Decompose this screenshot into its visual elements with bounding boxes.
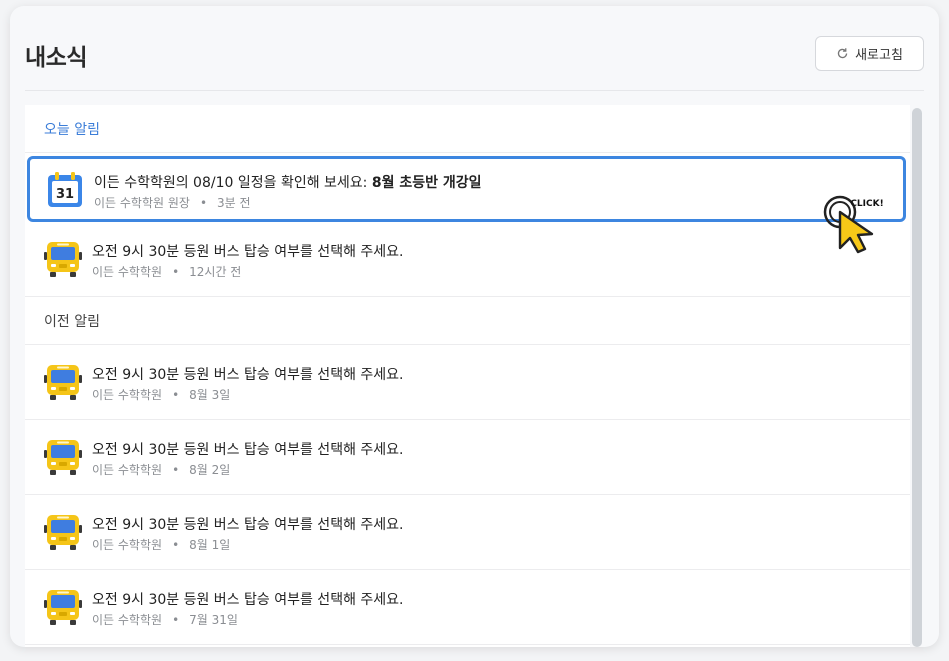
page-title: 내소식 — [25, 45, 87, 71]
list-item[interactable]: 오전 9시 30분 등원 버스 탑승 여부를 선택해 주세요. 이든 수학학원 •… — [25, 495, 910, 570]
calendar-icon: 31 — [46, 171, 84, 209]
refresh-label: 새로고침 — [855, 48, 903, 63]
bus-icon — [44, 240, 82, 278]
bus-icon — [44, 363, 82, 401]
section-header-today: 오늘 알림 — [25, 105, 910, 153]
calendar-day: 31 — [56, 187, 74, 202]
list-item[interactable]: 오전 9시 30분 등원 버스 탑승 여부를 선택해 주세요. 이든 수학학원 •… — [25, 222, 910, 297]
notification-list[interactable]: 오늘 알림 31 이든 수학학원의 08/10 일정을 확인해 보세요: 8월 … — [25, 105, 910, 647]
svg-text:CLICK!: CLICK! — [850, 199, 883, 209]
list-item[interactable]: 오전 9시 30분 등원 버스 탑승 여부를 선택해 주세요. 이든 수학학원 •… — [25, 420, 910, 495]
notification-text: 오전 9시 30분 등원 버스 탑승 여부를 선택해 주세요. — [92, 442, 404, 458]
refresh-icon — [836, 47, 849, 60]
notification-meta: 이든 수학학원 • 12시간 전 — [92, 265, 242, 279]
list-item[interactable]: 오전 9시 30분 등원 버스 탑승 여부를 선택해 주세요. 이든 수학학원 •… — [25, 345, 910, 420]
notification-text: 오전 9시 30분 등원 버스 탑승 여부를 선택해 주세요. — [92, 517, 404, 533]
notification-meta: 이든 수학학원 • 8월 1일 — [92, 538, 231, 552]
bus-icon — [44, 438, 82, 476]
notification-text: 오전 9시 30분 등원 버스 탑승 여부를 선택해 주세요. — [92, 367, 404, 383]
bus-icon — [44, 513, 82, 551]
notification-text: 오전 9시 30분 등원 버스 탑승 여부를 선택해 주세요. — [92, 592, 404, 608]
notification-meta: 이든 수학학원 • 8월 2일 — [92, 463, 231, 477]
header: 내소식 새로고침 — [10, 6, 939, 90]
section-header-previous: 이전 알림 — [25, 297, 910, 345]
notifications-panel: 내소식 새로고침 오늘 알림 31 이든 수학학원의 08/10 일정을 확인해… — [10, 6, 939, 647]
notification-text: 오전 9시 30분 등원 버스 탑승 여부를 선택해 주세요. — [92, 244, 404, 260]
header-divider — [25, 90, 924, 91]
list-item[interactable]: 오전 9시 30분 등원 버스 탑승 여부를 선택해 주세요. 이든 수학학원 •… — [25, 570, 910, 645]
notification-text: 이든 수학학원의 08/10 일정을 확인해 보세요: 8월 초등반 개강일 — [94, 175, 482, 191]
click-cursor-icon: CLICK! — [810, 186, 890, 258]
refresh-button[interactable]: 새로고침 — [815, 36, 924, 71]
notification-meta: 이든 수학학원 • 8월 3일 — [92, 388, 231, 402]
bus-icon — [44, 588, 82, 626]
scrollbar[interactable] — [912, 108, 922, 647]
notification-meta: 이든 수학학원 원장 • 3분 전 — [94, 196, 251, 210]
notification-meta: 이든 수학학원 • 7월 31일 — [92, 613, 238, 627]
list-item[interactable]: 31 이든 수학학원의 08/10 일정을 확인해 보세요: 8월 초등반 개강… — [27, 156, 906, 222]
